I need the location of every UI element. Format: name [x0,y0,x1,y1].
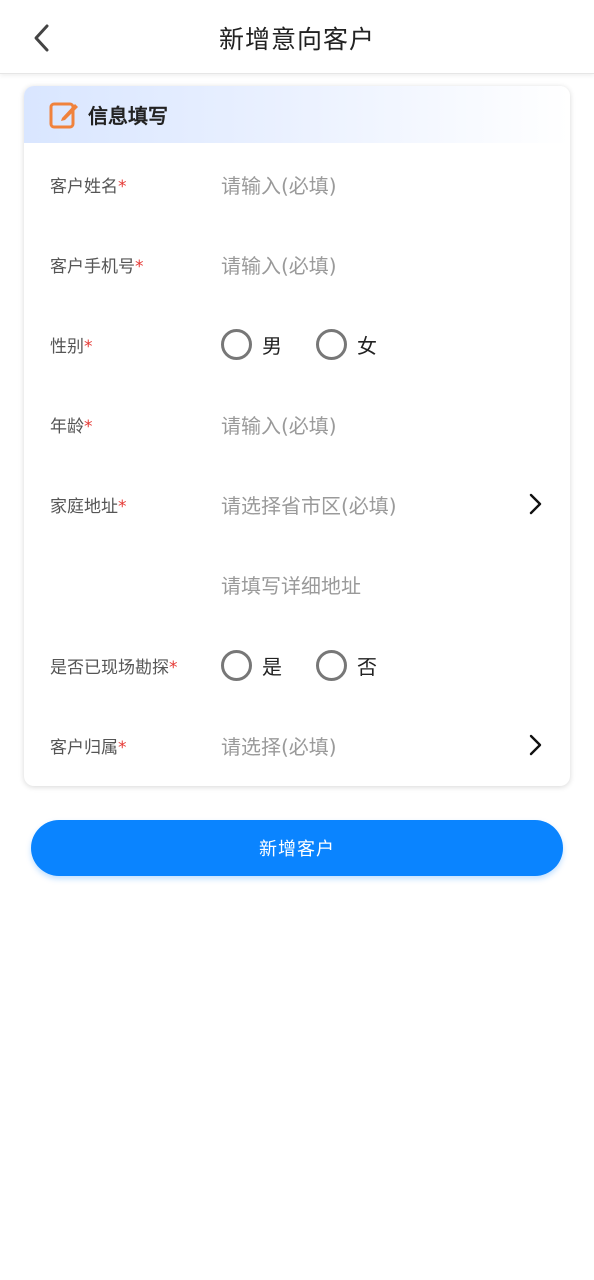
region-select[interactable]: 请选择省市区(必填) [221,490,397,519]
radio-circle-icon [316,328,347,360]
field-label: 客户姓名* [50,176,127,197]
surveyed-yes-radio[interactable]: 是 [221,649,282,681]
form-row-owner[interactable]: 客户归属* 请选择(必填) [24,705,570,785]
card-header: 信息填写 [24,86,570,143]
gender-female-radio[interactable]: 女 [316,328,377,360]
radio-circle-icon [221,649,252,681]
owner-select[interactable]: 请选择(必填) [221,731,337,760]
surveyed-radio-group: 是 否 [221,649,411,681]
chevron-right-icon[interactable] [526,492,544,516]
form-row-surveyed: 是否已现场勘探* 是 否 [24,625,570,705]
add-customer-label: 新增客户 [259,839,335,860]
field-label: 性别* [50,336,93,357]
card-title: 信息填写 [88,104,168,128]
form-row-age: 年龄* 请输入(必填) [24,384,570,464]
field-label: 是否已现场勘探* [50,657,178,678]
field-label: 客户手机号* [50,256,144,277]
gender-radio-group: 男 女 [221,328,411,360]
field-label: 客户归属* [50,737,127,758]
form-row-phone: 客户手机号* 请输入(必填) [24,224,570,304]
phone-input[interactable]: 请输入(必填) [221,250,337,279]
name-input[interactable]: 请输入(必填) [221,170,337,199]
gender-male-radio[interactable]: 男 [221,328,282,360]
form-row-gender: 性别* 男 女 [24,304,570,384]
address-detail-input[interactable]: 请填写详细地址 [221,570,361,599]
field-label: 年龄* [50,416,93,437]
form-row-name: 客户姓名* 请输入(必填) [24,144,570,224]
age-input[interactable]: 请输入(必填) [221,410,337,439]
form-row-address-detail: 请填写详细地址 [24,544,570,624]
page-title: 新增意向客户 [218,25,375,54]
add-customer-button[interactable]: 新增客户 [31,820,563,876]
nav-bar: 新增意向客户 [0,0,594,74]
radio-circle-icon [221,328,252,360]
form-row-address[interactable]: 家庭地址* 请选择省市区(必填) [24,464,570,544]
radio-circle-icon [316,649,347,681]
info-card: 信息填写 客户姓名* 请输入(必填) 客户手机号* 请输入(必填) 性别* 男 … [24,86,570,786]
chevron-right-icon[interactable] [526,733,544,757]
field-label: 家庭地址* [50,496,127,517]
edit-icon [49,102,78,128]
surveyed-no-radio[interactable]: 否 [316,649,377,681]
